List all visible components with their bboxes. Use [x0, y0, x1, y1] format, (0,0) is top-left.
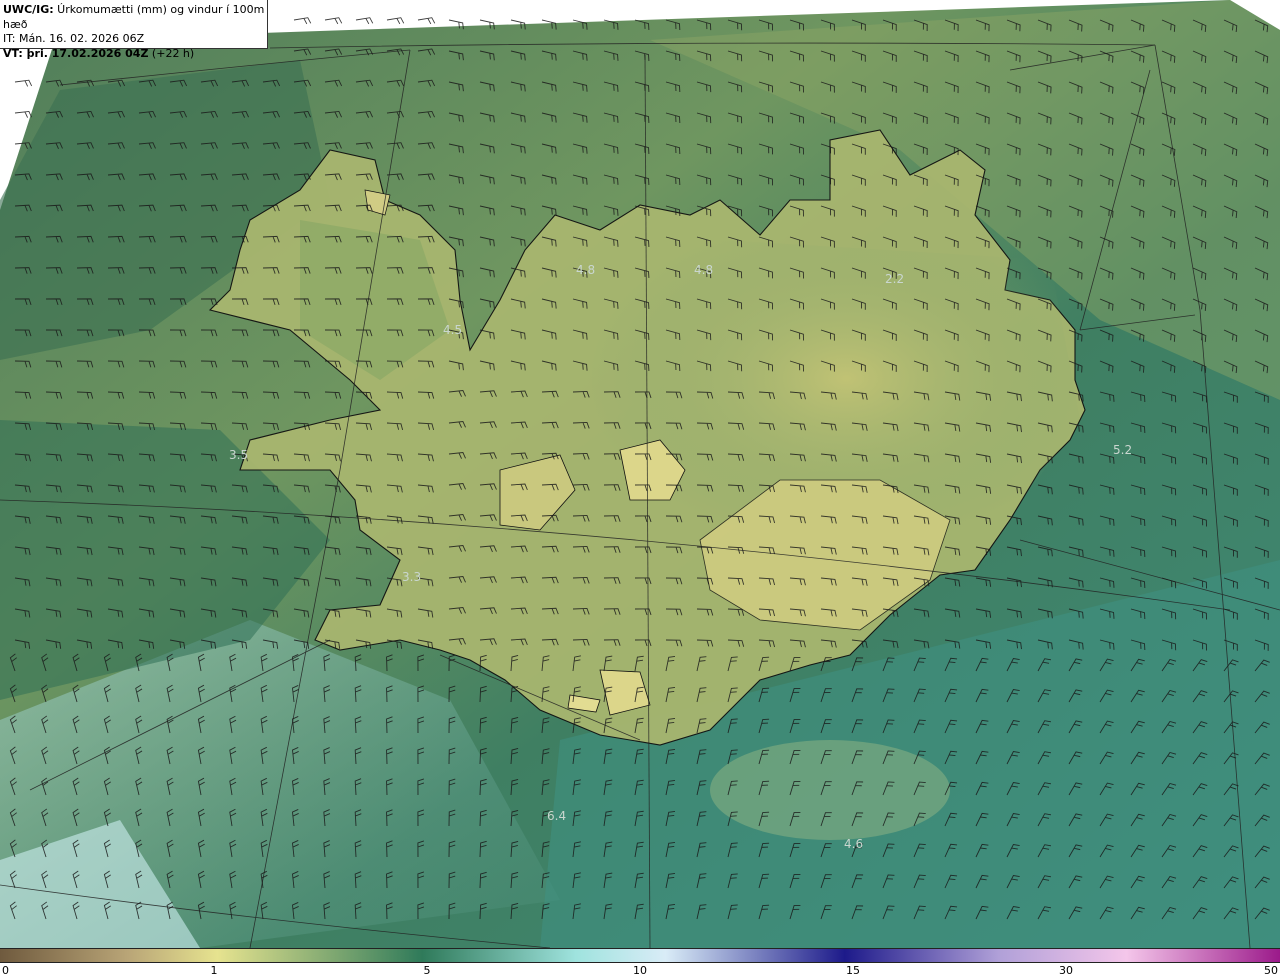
- colorbar-strip: [0, 948, 1280, 963]
- colorbar-tick-label: 0: [2, 964, 9, 977]
- value-label: 3.5: [229, 448, 248, 462]
- title-line: UWC/IG: Úrkomumætti (mm) og vindur í 100…: [3, 3, 267, 32]
- value-label: 4.6: [844, 837, 863, 851]
- valid-time-line: VT: þri. 17.02.2026 04Z (+22 h): [3, 47, 267, 62]
- value-label: 4.8: [694, 263, 713, 277]
- value-label: 5.2: [1113, 443, 1132, 457]
- value-label: 4.5: [443, 323, 462, 337]
- colorbar-tick-label: 1: [210, 964, 218, 977]
- forecast-offset: (+22 h): [148, 46, 195, 60]
- colorbar-tick-label: 15: [846, 964, 860, 977]
- map-title-box: UWC/IG: Úrkomumætti (mm) og vindur í 100…: [0, 0, 268, 60]
- value-label: 6.4: [547, 809, 566, 823]
- value-label: 2.2: [885, 272, 904, 286]
- colorbar-tick-label: 50: [1264, 964, 1278, 977]
- colorbar-tick-label: 5: [423, 964, 431, 977]
- value-label: 3.3: [402, 570, 421, 584]
- value-label: 4.8: [576, 263, 595, 277]
- init-time: IT: Mán. 16. 02. 2026 06Z: [3, 32, 145, 45]
- valid-time: VT: þri. 17.02.2026 04Z: [3, 46, 149, 60]
- colorbar-tick-label: 10: [633, 964, 647, 977]
- product-code: UWC/IG:: [3, 3, 54, 16]
- colorbar-tick-label: 30: [1059, 964, 1073, 977]
- precipitation-wind-map: 4.8 4.8 2.2 4.5 3.5 5.2 3.3 6.4 4.6: [0, 0, 1280, 948]
- colorbar: 0 1 5 10 15 30 50: [0, 948, 1280, 978]
